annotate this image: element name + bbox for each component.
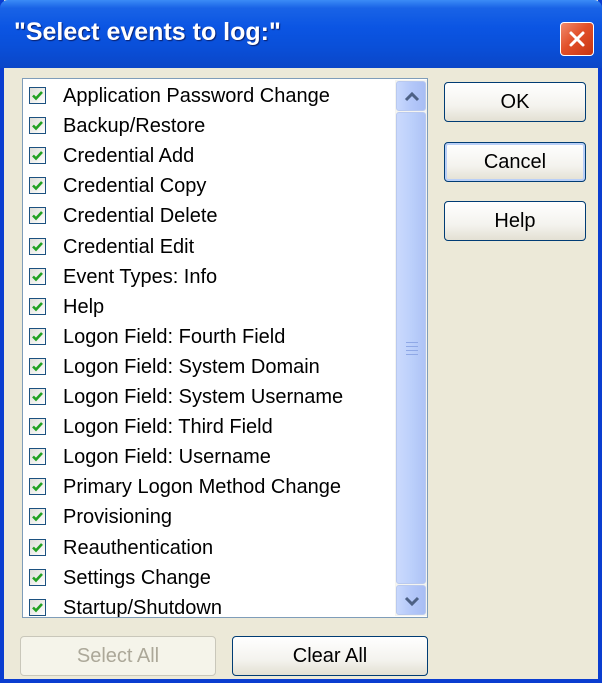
clear-all-button[interactable]: Clear All	[232, 636, 428, 676]
grip-line	[406, 346, 418, 347]
clear-all-button-label: Clear All	[292, 645, 368, 667]
ok-button[interactable]: OK	[444, 82, 586, 122]
checkmark-icon	[32, 271, 43, 281]
event-list-item[interactable]: Credential Add	[23, 141, 393, 171]
event-checkbox[interactable]	[29, 327, 46, 345]
event-item-label: Provisioning	[63, 506, 172, 529]
checkmark-icon	[32, 331, 43, 342]
cancel-button[interactable]: Cancel	[444, 142, 586, 182]
event-list-item[interactable]: Logon Field: System Username	[23, 382, 393, 412]
dialog-title: "Select events to log:"	[14, 18, 281, 46]
event-list-item[interactable]: Help	[23, 292, 393, 322]
checkmark-icon	[32, 452, 43, 462]
event-list-item[interactable]: Primary Logon Method Change	[23, 472, 393, 502]
event-checkbox[interactable]	[29, 388, 46, 405]
checkmark-icon	[32, 91, 43, 101]
event-item-label: Logon Field: Third Field	[63, 416, 273, 439]
event-checkbox[interactable]	[29, 538, 46, 556]
event-item-label: Credential Copy	[63, 175, 207, 198]
ok-button-label: OK	[500, 91, 530, 113]
event-checkbox[interactable]	[29, 87, 46, 104]
event-checkbox[interactable]	[29, 237, 46, 255]
event-item-label: Credential Edit	[63, 235, 195, 258]
event-item-label: Logon Field: System Username	[63, 386, 344, 408]
event-checkbox[interactable]	[29, 357, 46, 375]
checkmark-icon	[32, 211, 43, 221]
event-checkbox[interactable]	[29, 117, 46, 135]
event-item-label: Application Password Change	[63, 85, 330, 107]
event-list-item[interactable]: Logon Field: System Domain	[23, 352, 393, 382]
event-item-label: Help	[63, 295, 105, 318]
event-item-label: Settings Change	[63, 566, 211, 589]
checkmark-icon	[32, 572, 43, 582]
chevron-up-icon	[404, 91, 420, 102]
chevron-down-icon	[404, 596, 420, 607]
checkmark-icon	[32, 602, 43, 613]
event-checkbox[interactable]	[29, 147, 46, 165]
grip-line	[406, 350, 418, 351]
event-item-label: Logon Field: Fourth Field	[63, 325, 286, 348]
event-item-label: Event Types: Info	[63, 265, 218, 288]
event-list-item[interactable]: Startup/Shutdown	[23, 593, 393, 618]
event-checklist[interactable]: Application Password Change Backup/Restor…	[22, 78, 428, 618]
grip-line	[406, 354, 418, 355]
select-all-button-label: Select All	[76, 645, 160, 667]
help-button-label: Help	[494, 210, 536, 232]
checkmark-icon	[32, 301, 43, 312]
checkmark-icon	[32, 181, 43, 191]
event-list-item[interactable]: Application Password Change	[23, 81, 393, 111]
event-checkbox[interactable]	[29, 448, 46, 466]
event-item-label: Logon Field: System Domain	[63, 355, 320, 378]
event-list-item[interactable]: Provisioning	[23, 502, 393, 532]
event-list-item[interactable]: Credential Edit	[23, 232, 393, 262]
checkmark-icon	[32, 422, 43, 432]
cancel-button-label: Cancel	[483, 151, 547, 173]
scroll-down-button[interactable]	[396, 585, 426, 615]
event-list-item[interactable]: Reauthentication	[23, 533, 393, 563]
event-item-label: Backup/Restore	[63, 115, 206, 138]
event-list-item[interactable]: Event Types: Info	[23, 262, 393, 292]
close-x-icon	[569, 31, 585, 47]
checkmark-icon	[32, 392, 43, 402]
checkmark-icon	[32, 121, 43, 131]
event-list-item[interactable]: Logon Field: Third Field	[23, 412, 393, 442]
checkmark-icon	[32, 241, 43, 251]
event-list-item[interactable]: Credential Copy	[23, 171, 393, 201]
event-checkbox[interactable]	[29, 177, 46, 195]
scroll-thumb[interactable]	[396, 112, 426, 584]
event-list-item[interactable]: Credential Delete	[23, 201, 393, 231]
event-item-label: Credential Delete	[63, 205, 218, 228]
title-bar[interactable]: "Select events to log:"	[0, 0, 602, 68]
event-list-item[interactable]: Logon Field: Fourth Field	[23, 322, 393, 352]
checkmark-icon	[32, 151, 43, 161]
help-button[interactable]: Help	[444, 201, 586, 241]
checkmark-icon	[32, 362, 43, 372]
event-item-label: Credential Add	[63, 145, 195, 168]
scroll-up-button[interactable]	[396, 81, 426, 111]
event-checkbox[interactable]	[29, 568, 46, 586]
event-checkbox[interactable]	[29, 508, 46, 526]
event-checkbox[interactable]	[29, 267, 46, 285]
select-all-button[interactable]: Select All	[20, 636, 216, 676]
close-button[interactable]	[560, 22, 594, 56]
event-checkbox[interactable]	[29, 478, 46, 496]
event-checkbox[interactable]	[29, 418, 46, 436]
grip-line	[406, 342, 418, 343]
event-item-label: Reauthentication	[63, 536, 214, 559]
event-list-item[interactable]: Settings Change	[23, 563, 393, 593]
event-checkbox[interactable]	[29, 598, 46, 616]
event-item-label: Logon Field: Username	[63, 446, 271, 469]
checkmark-icon	[32, 512, 43, 522]
event-checkbox[interactable]	[29, 297, 46, 315]
event-item-label: Startup/Shutdown	[63, 596, 222, 618]
event-list-item[interactable]: Logon Field: Username	[23, 442, 393, 472]
vertical-scrollbar[interactable]	[395, 80, 427, 616]
event-checkbox[interactable]	[29, 207, 46, 225]
dialog-window: "Select events to log:" Application Pass…	[0, 0, 602, 683]
checkmark-icon	[32, 482, 43, 492]
event-list-item[interactable]: Backup/Restore	[23, 111, 393, 141]
checkmark-icon	[32, 542, 43, 552]
event-item-label: Primary Logon Method Change	[63, 476, 341, 499]
